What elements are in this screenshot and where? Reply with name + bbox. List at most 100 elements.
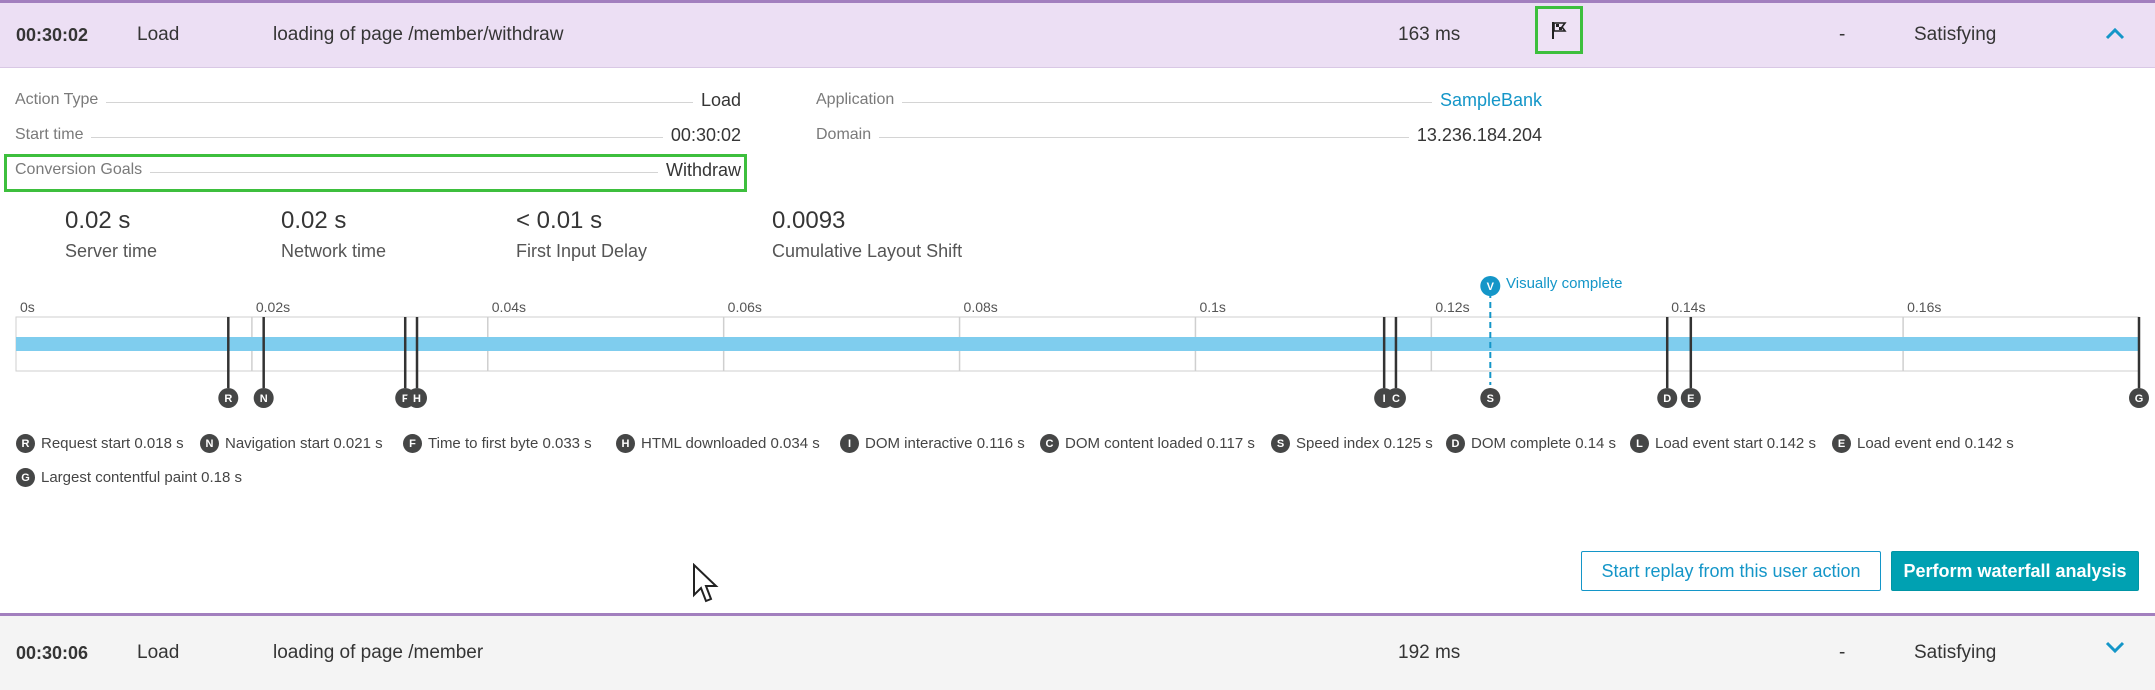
legend-item: C DOM content loaded 0.117 s bbox=[1040, 434, 1255, 453]
timeline-marker-badge bbox=[1480, 388, 1501, 408]
user-action-row-expanded[interactable]: 00:30:02 Load loading of page /member/wi… bbox=[0, 0, 2155, 68]
metric-server-time: 0.02 s Server time bbox=[65, 207, 157, 262]
timeline-marker-letter: R bbox=[224, 393, 232, 405]
legend-text: Request start 0.018 s bbox=[41, 435, 184, 452]
metric-value: 0.02 s bbox=[281, 207, 347, 234]
detail-domain: Domain 13.236.184.204 bbox=[816, 120, 1542, 150]
timeline-marker-letter: H bbox=[413, 393, 421, 405]
legend-item: R Request start 0.018 s bbox=[16, 434, 184, 453]
legend-badge: C bbox=[1040, 434, 1059, 453]
start-replay-button[interactable]: Start replay from this user action bbox=[1581, 551, 1881, 591]
legend-text: Speed index 0.125 s bbox=[1296, 435, 1433, 452]
detail-label: Domain bbox=[816, 126, 872, 143]
metric-label: First Input Delay bbox=[516, 241, 648, 261]
chevron-down-icon[interactable] bbox=[2102, 634, 2128, 660]
action-duration: 192 ms bbox=[1398, 642, 1461, 663]
conversion-goal-flag-icon bbox=[1552, 22, 1567, 39]
timeline-marker-badge bbox=[1680, 388, 1701, 408]
visually-complete-badge-letter: V bbox=[1487, 281, 1495, 293]
legend-badge: I bbox=[840, 434, 859, 453]
legend-item: D DOM complete 0.14 s bbox=[1446, 434, 1616, 453]
timeline-marker-badge bbox=[407, 388, 428, 408]
mouse-cursor-icon bbox=[693, 563, 719, 603]
timeline-frame bbox=[15, 316, 2140, 372]
user-action-row-collapsed[interactable]: 00:30:06 Load loading of page /member 19… bbox=[0, 613, 2155, 690]
legend-badge: R bbox=[16, 434, 35, 453]
legend-text: DOM complete 0.14 s bbox=[1471, 435, 1617, 452]
timeline-marker-badge bbox=[253, 388, 274, 408]
timeline-marker-letter: C bbox=[1392, 393, 1400, 405]
timeline-marker-badge bbox=[395, 388, 416, 408]
highlight-box bbox=[4, 154, 747, 192]
waterfall-analysis-button[interactable]: Perform waterfall analysis bbox=[1891, 551, 2139, 591]
application-link[interactable]: SampleBank bbox=[1440, 90, 1542, 115]
legend-badge: N bbox=[200, 434, 219, 453]
action-errors: - bbox=[1839, 642, 1846, 663]
legend-text: Load event end 0.142 s bbox=[1857, 435, 2014, 452]
timeline-marker-letter: G bbox=[2135, 393, 2144, 405]
timeline-marker-badge bbox=[2129, 388, 2149, 408]
timeline-tick-label: 0.06s bbox=[727, 299, 762, 315]
legend-badge: F bbox=[403, 434, 422, 453]
detail-value: Load bbox=[700, 90, 741, 110]
legend-text: Load event start 0.142 s bbox=[1655, 435, 1816, 452]
action-time: 00:30:06 bbox=[16, 642, 89, 663]
timeline-tick-label: 0s bbox=[20, 299, 35, 315]
legend-item: S Speed index 0.125 s bbox=[1271, 434, 1433, 453]
metric-value: < 0.01 s bbox=[516, 207, 603, 234]
metric-first-input-delay: < 0.01 s First Input Delay bbox=[516, 207, 647, 262]
action-duration: 163 ms bbox=[1398, 24, 1461, 45]
legend-text: Largest contentful paint 0.18 s bbox=[41, 469, 242, 486]
timeline-marker-badge bbox=[1374, 388, 1395, 408]
legend-item: G Largest contentful paint 0.18 s bbox=[16, 468, 242, 487]
legend-badge: S bbox=[1271, 434, 1290, 453]
timeline-marker-letter: N bbox=[260, 393, 268, 405]
metric-value: 0.0093 bbox=[772, 207, 846, 234]
detail-start-time: Start time 00:30:02 bbox=[15, 120, 741, 150]
legend-item: F Time to first byte 0.033 s bbox=[403, 434, 592, 453]
chevron-up-icon[interactable] bbox=[2102, 21, 2128, 47]
metric-network-time: 0.02 s Network time bbox=[281, 207, 386, 262]
conversion-goal-flag-button[interactable] bbox=[1535, 6, 1583, 54]
timeline-marker-letter: D bbox=[1663, 393, 1671, 405]
detail-application: Application SampleBank bbox=[816, 85, 1542, 115]
legend-text: DOM interactive 0.116 s bbox=[865, 435, 1025, 452]
timeline-marker-badge bbox=[1385, 388, 1406, 408]
timeline-tick-label: 0.04s bbox=[491, 299, 527, 315]
legend-item: E Load event end 0.142 s bbox=[1832, 434, 2014, 453]
timeline-bar bbox=[16, 337, 2139, 351]
timeline-marker-badge bbox=[218, 388, 239, 408]
timeline-marker-badge bbox=[1657, 388, 1678, 408]
legend-text: DOM content loaded 0.117 s bbox=[1065, 435, 1255, 452]
detail-value: 00:30:02 bbox=[670, 125, 741, 145]
legend-item: N Navigation start 0.021 s bbox=[200, 434, 383, 453]
metric-label: Server time bbox=[65, 241, 158, 261]
timeline-marker-letter: E bbox=[1687, 393, 1694, 405]
legend-badge: E bbox=[1832, 434, 1851, 453]
action-time: 00:30:02 bbox=[16, 24, 89, 45]
timeline-marker-letter: F bbox=[402, 393, 409, 405]
legend-text: Navigation start 0.021 s bbox=[225, 435, 383, 452]
timeline-tick-label: 0.1s bbox=[1199, 299, 1226, 315]
metric-value: 0.02 s bbox=[65, 207, 131, 234]
action-type: Load bbox=[137, 642, 180, 663]
timeline-marker-letter: I bbox=[1383, 393, 1386, 405]
metric-label: Cumulative Layout Shift bbox=[772, 241, 963, 261]
timeline-tick-label: 0.12s bbox=[1435, 299, 1470, 315]
timeline-tick-label: 0.08s bbox=[963, 299, 998, 315]
visually-complete-badge bbox=[1480, 276, 1501, 296]
legend-item: I DOM interactive 0.116 s bbox=[840, 434, 1025, 453]
legend-item: H HTML downloaded 0.034 s bbox=[616, 434, 820, 453]
action-errors: - bbox=[1839, 24, 1846, 45]
timeline-tick-label: 0.14s bbox=[1671, 299, 1706, 315]
metric-cumulative-layout-shift: 0.0093 Cumulative Layout Shift bbox=[772, 207, 962, 262]
apdex-rating: Satisfying bbox=[1914, 642, 1997, 663]
legend-badge: D bbox=[1446, 434, 1465, 453]
legend-badge: G bbox=[16, 468, 35, 487]
detail-label: Action Type bbox=[15, 91, 99, 108]
timeline-marker-letter: S bbox=[1487, 393, 1494, 405]
legend-text: Time to first byte 0.033 s bbox=[428, 435, 592, 452]
legend-badge: L bbox=[1630, 434, 1649, 453]
action-type: Load bbox=[137, 24, 180, 45]
metric-label: Network time bbox=[281, 241, 387, 261]
